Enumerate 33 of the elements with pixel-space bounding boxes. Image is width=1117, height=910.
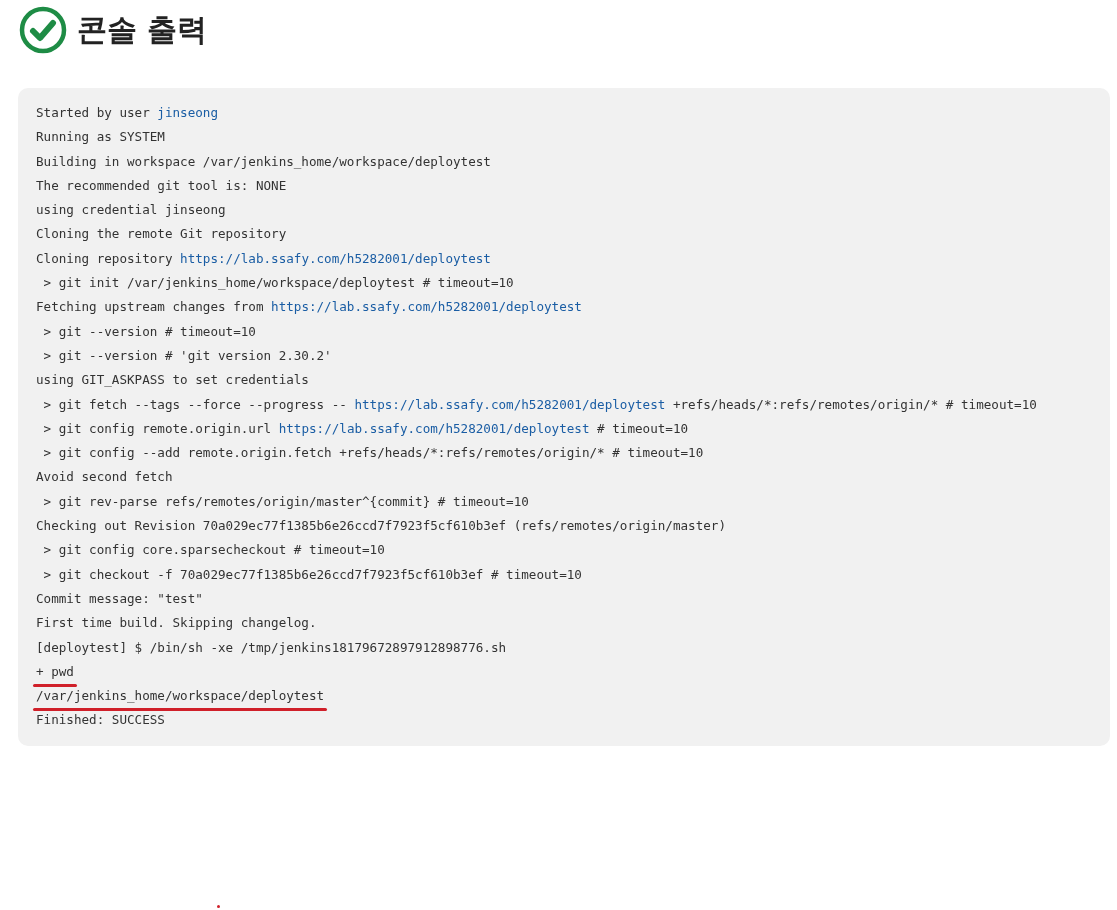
console-line: First time build. Skipping changelog. <box>36 614 317 633</box>
console-line: Cloning repository https://lab.ssafy.com/h5282001/deploytest <box>36 249 491 268</box>
console-link[interactable]: jinseong <box>157 105 218 120</box>
console-line: Avoid second fetch <box>36 468 173 487</box>
console-line: > git config core.sparsecheckout # timeout=10 <box>42 541 385 560</box>
console-line: [deploytest] $ /bin/sh -xe /tmp/jenkins18179672897912898776.sh <box>36 638 507 657</box>
console-line: > git config --add remote.origin.fetch +refs/heads/*:refs/remotes/origin/* # timeout=10 <box>42 444 704 463</box>
console-line: Fetching upstream changes from https://lab.ssafy.com/h5282001/deploytest <box>36 298 582 317</box>
console-line: Started by user jinseong <box>36 104 218 122</box>
console-link[interactable]: https://lab.ssafy.com/h5282001/deploytest <box>278 420 590 436</box>
console-line: Finished: SUCCESS <box>36 711 165 730</box>
console-line: Checking out Revision 70a029ec77f1385b6e26ccd7f7923f5cf610b3ef (refs/remotes/origin/master) <box>36 517 726 536</box>
console-link[interactable]: https://lab.ssafy.com/h5282001/deploytest <box>180 250 491 266</box>
console-link[interactable]: https://lab.ssafy.com/h5282001/deploytest <box>271 299 582 315</box>
console-line: Cloning the remote Git repository <box>36 225 287 244</box>
page-title: 콘솔 출력 <box>77 10 208 49</box>
console-line: The recommended git tool is: NONE <box>36 176 287 195</box>
console-line: > git init /var/jenkins_home/workspace/deploytest # timeout=10 <box>42 274 514 293</box>
console-line: using credential jinseong <box>36 201 226 220</box>
console-line: /var/jenkins_home/workspace/deploytest <box>36 687 325 706</box>
console-line: > git rev-parse refs/remotes/origin/master^{commit} # timeout=10 <box>42 492 529 511</box>
annotation-dot <box>217 905 220 908</box>
console-line: using GIT_ASKPASS to set credentials <box>36 371 309 390</box>
console-line: > git --version # 'git version 2.30.2' <box>42 346 332 365</box>
console-line: Commit message: "test" <box>36 589 203 608</box>
console-line: + pwd <box>36 662 74 681</box>
console-link[interactable]: https://lab.ssafy.com/h5282001/deploytest <box>354 396 666 412</box>
console-line: > git checkout -f 70a029ec77f1385b6e26ccd7f7923f5cf610b3ef # timeout=10 <box>42 565 582 584</box>
console-line: > git --version # timeout=10 <box>42 322 256 341</box>
console-line: > git config remote.origin.url https://lab.ssafy.com/h5282001/deploytest # timeout=10 <box>42 419 689 438</box>
console-line: Building in workspace /var/jenkins_home/workspace/deploytest <box>36 152 491 171</box>
console-line: Running as SYSTEM <box>36 128 165 147</box>
console-line: > git fetch --tags --force --progress -- https://lab.ssafy.com/h5282001/deploytest +refs/heads/*:refs/remotes/origin/* # timeout=10 <box>42 395 1037 414</box>
